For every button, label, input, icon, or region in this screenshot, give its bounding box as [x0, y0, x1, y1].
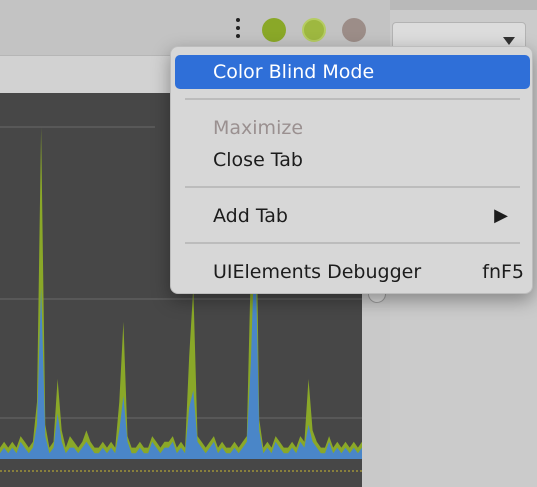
menu-item-close-tab[interactable]: Close Tab — [175, 143, 530, 177]
menu-item-label: UIElements Debugger — [213, 261, 422, 283]
menu-item-label: Maximize — [213, 117, 304, 139]
chevron-down-icon — [503, 37, 515, 45]
menu-item-add-tab[interactable]: Add Tab ▶ — [175, 199, 530, 233]
title-bar-right — [390, 0, 537, 10]
context-menu: Color Blind Mode Maximize Close Tab Add … — [170, 46, 533, 294]
menu-item-color-blind-mode[interactable]: Color Blind Mode — [175, 55, 530, 89]
window-button-green[interactable] — [262, 18, 286, 42]
submenu-arrow-icon: ▶ — [494, 205, 508, 226]
screen: Color Blind Mode Maximize Close Tab Add … — [0, 0, 537, 487]
menu-separator — [185, 186, 520, 188]
menu-item-maximize: Maximize — [175, 111, 530, 145]
menu-separator — [185, 98, 520, 100]
menu-item-label: Close Tab — [213, 149, 303, 171]
menu-item-uielements-debugger[interactable]: UIElements Debugger fnF5 — [175, 255, 530, 289]
kebab-menu-icon[interactable] — [226, 15, 250, 45]
window-button-gray[interactable] — [342, 18, 366, 42]
menu-item-shortcut: fnF5 — [482, 261, 524, 283]
window-button-green-hover[interactable] — [302, 18, 326, 42]
menu-separator — [185, 242, 520, 244]
menu-item-label: Add Tab — [213, 205, 288, 227]
menu-item-label: Color Blind Mode — [213, 61, 375, 83]
